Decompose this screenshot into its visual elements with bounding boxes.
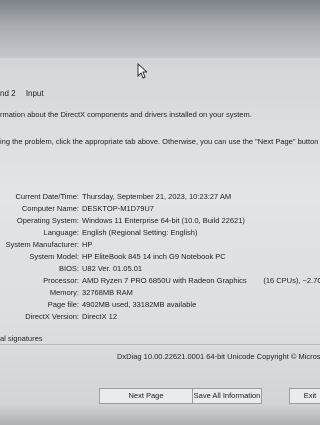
info-value: U82 Ver. 01.05.01 — [82, 264, 143, 273]
info-row: Memory: 32768MB RAM — [0, 288, 320, 300]
info-label: Current Date/Time: — [15, 192, 80, 201]
info-value: Thursday, September 21, 2023, 10:23:27 A… — [82, 192, 232, 201]
info-label: DirectX Version: — [25, 312, 79, 321]
info-value: HP — [82, 240, 93, 249]
info-label: Language: — [43, 228, 79, 237]
bottom-shadow — [0, 404, 320, 425]
info-row: Operating System: Windows 11 Enterprise … — [0, 216, 320, 228]
tab-sound-2[interactable]: nd 2 — [0, 89, 16, 98]
info-row: Language: English (Regional Setting: Eng… — [0, 228, 320, 240]
info-row: BIOS: U82 Ver. 01.05.01 — [0, 264, 320, 276]
info-label: System Model: — [29, 252, 79, 261]
info-label: Computer Name: — [21, 204, 79, 213]
help-text: ing the problem, click the appropriate t… — [0, 137, 320, 146]
dxdiag-window: nd 2 Input rmation about the DirectX com… — [0, 0, 320, 425]
info-label: Memory: — [49, 288, 79, 297]
tab-input[interactable]: Input — [26, 89, 44, 98]
next-page-button[interactable]: Next Page — [99, 388, 193, 404]
info-row: Processor: AMD Ryzen 7 PRO 6850U with Ra… — [0, 276, 320, 288]
info-row: Current Date/Time: Thursday, September 2… — [0, 192, 320, 204]
info-row: Page file: 4902MB used, 33182MB availabl… — [0, 300, 320, 312]
tab-bar: nd 2 Input — [0, 89, 52, 98]
info-value: AMD Ryzen 7 PRO 6850U with Radeon Graphi… — [82, 276, 320, 285]
info-row: DirectX Version: DirectX 12 — [0, 312, 320, 324]
version-copyright: DxDiag 10.00.22621.0001 64-bit Unicode C… — [117, 352, 320, 361]
info-value: Windows 11 Enterprise 64-bit (10.0, Buil… — [82, 216, 245, 225]
divider — [0, 344, 320, 345]
info-value: 4902MB used, 33182MB available — [82, 300, 197, 309]
save-all-information-button[interactable]: Save All Information — [192, 388, 262, 404]
info-value: DESKTOP-M1D79U7 — [82, 204, 154, 213]
info-label: Processor: — [43, 276, 79, 285]
info-value: 32768MB RAM — [82, 288, 133, 297]
digital-signatures-checkbox-label[interactable]: al signatures — [0, 334, 43, 343]
info-label: Operating System: — [16, 216, 79, 225]
exit-button[interactable]: Exit — [289, 388, 320, 404]
info-row: Computer Name: DESKTOP-M1D79U7 — [0, 204, 320, 216]
info-value: DirectX 12 — [82, 312, 118, 321]
intro-text: rmation about the DirectX components and… — [0, 110, 252, 119]
info-label: System Manufacturer: — [5, 240, 79, 249]
info-row: System Manufacturer: HP — [0, 240, 320, 252]
info-value: HP EliteBook 845 14 inch G9 Notebook PC — [82, 252, 226, 261]
info-label: BIOS: — [58, 264, 79, 273]
info-value: English (Regional Setting: English) — [82, 228, 198, 237]
info-row: System Model: HP EliteBook 845 14 inch G… — [0, 252, 320, 264]
window-title-area — [0, 0, 320, 58]
info-label: Page file: — [47, 300, 79, 309]
mouse-pointer-icon — [137, 63, 147, 79]
